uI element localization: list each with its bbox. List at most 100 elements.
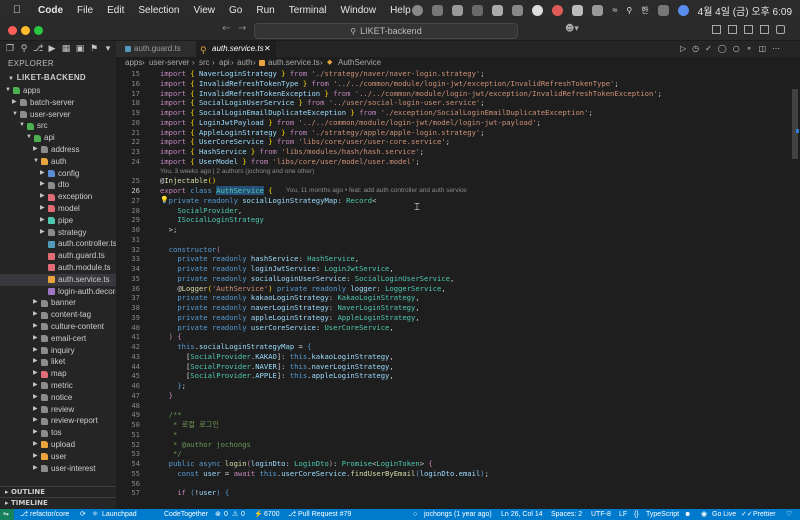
tree-item[interactable]: ▼ user-server [0, 109, 116, 121]
tab-auth-guard[interactable]: auth.guard.ts [116, 41, 196, 57]
tree-item[interactable]: ▶ map [0, 368, 116, 380]
tree-item[interactable]: ▶ user [0, 451, 116, 463]
pull-request-label[interactable]: Pull Request #79 [298, 509, 351, 520]
search-icon[interactable]: ⚲ [626, 6, 632, 15]
code-line[interactable]: public async login(loginDto: LoginDto): … [160, 459, 433, 468]
code-line[interactable]: [SocialProvider.NAVER]: this.naverLoginS… [160, 362, 394, 371]
indentation[interactable]: Spaces: 2 [551, 509, 582, 520]
explorer-icon[interactable]: ❐ [5, 44, 15, 54]
code-line[interactable]: import { NaverLoginStrategy } from './st… [160, 69, 485, 78]
compare-icon[interactable]: ⚬ [746, 44, 753, 53]
code-line[interactable]: @Logger('AuthService') private readonly … [160, 284, 445, 293]
cat-icon[interactable] [452, 4, 464, 16]
forward-arrow-icon[interactable]: → [238, 23, 246, 34]
code-line[interactable]: [SocialProvider.KAKAO]: this.kakaoLoginS… [160, 352, 394, 361]
breadcrumb-src[interactable]: src [199, 57, 210, 69]
terminal-icon[interactable] [472, 4, 484, 16]
code-line[interactable]: }; [160, 381, 186, 390]
editor-scrollbar[interactable] [790, 69, 800, 509]
minimize-window-button[interactable] [21, 26, 30, 35]
tree-item[interactable]: ▶ batch-server [0, 97, 116, 109]
code-line[interactable]: import { InvalidRefreshTokenType } from … [160, 79, 619, 88]
tree-item[interactable]: ▶ model [0, 203, 116, 215]
search-view-icon[interactable]: ⚲ [19, 44, 29, 54]
tree-item[interactable]: ▶ pipe [0, 215, 116, 227]
tree-item[interactable]: auth.guard.ts [0, 250, 116, 262]
wifi-icon[interactable]: ≈ [612, 5, 617, 15]
outline-section[interactable]: ▸ OUTLINE [0, 486, 116, 497]
scrollbar-thumb[interactable] [792, 89, 798, 159]
code-line[interactable]: private readonly socialLoginStrategyMap:… [160, 196, 377, 205]
testing-icon[interactable]: ⚑ [89, 44, 99, 54]
tree-item[interactable]: ▶ email-cert [0, 333, 116, 345]
code-line[interactable]: import { InvalidRefreshTokenException } … [160, 89, 662, 98]
tree-item[interactable]: ▶ notice [0, 392, 116, 404]
code-line[interactable]: } [160, 391, 173, 400]
project-root[interactable]: ▼ LIKET-BACKEND [0, 71, 116, 85]
code-line[interactable]: import { LoginJwtPayload } from '../../c… [160, 118, 541, 127]
close-tab-icon[interactable]: ✕ [264, 41, 271, 57]
code-line[interactable]: [SocialProvider.APPLE]: this.appleLoginS… [160, 371, 394, 380]
menu-window[interactable]: Window [341, 5, 377, 16]
breadcrumb-apps[interactable]: apps [125, 57, 142, 69]
breadcrumb-auth[interactable]: auth [237, 57, 253, 69]
menu-terminal[interactable]: Terminal [289, 5, 327, 16]
tab-auth-service[interactable]: ⚲ auth.service.ts ✕ [196, 41, 276, 57]
breadcrumb-user-server[interactable]: user-server [149, 57, 189, 69]
code-line[interactable]: private readonly socialLoginUserService:… [160, 274, 454, 283]
tree-item[interactable]: ▶ liket [0, 356, 116, 368]
code-line[interactable]: this.socialLoginStrategyMap = { [160, 342, 311, 351]
code-line[interactable]: * [160, 430, 177, 439]
tree-item[interactable]: ▼ src [0, 120, 116, 132]
tree-item[interactable]: ▼ apps [0, 85, 116, 97]
tree-item[interactable]: ▶ strategy [0, 227, 116, 239]
code-line[interactable]: private readonly naverLoginStrategy: Nav… [160, 303, 419, 312]
menu-app-icon[interactable] [512, 4, 524, 16]
timeline-section[interactable]: ▸ TIMELINE [0, 497, 116, 508]
code-line[interactable]: private readonly loginJwtService: LoginJ… [160, 264, 393, 273]
menu-selection[interactable]: Selection [138, 5, 179, 16]
cursor-position[interactable]: Ln 26, Col 14 [501, 509, 543, 520]
tree-item[interactable]: auth.service.ts [0, 273, 116, 286]
sync-icon[interactable] [532, 4, 544, 16]
tree-item[interactable]: ▼ api [0, 132, 116, 144]
tree-item[interactable]: ▶ content-tag [0, 309, 116, 321]
copilot-status-icon[interactable]: ☻ [684, 509, 691, 520]
code-line[interactable]: SocialProvider, [160, 206, 242, 215]
source-control-icon[interactable]: ⎇ [33, 44, 43, 54]
tree-item[interactable]: ▶ exception [0, 191, 116, 203]
tree-item[interactable]: ▶ upload [0, 439, 116, 451]
menu-help[interactable]: Help [390, 5, 411, 16]
code-line[interactable]: const user = await this.userCoreService.… [160, 469, 489, 478]
record-icon[interactable] [412, 4, 424, 16]
back-arrow-icon[interactable]: ← [222, 23, 230, 34]
notifications-icon[interactable]: ♡ [786, 509, 792, 520]
tree-item[interactable]: auth.module.ts [0, 262, 116, 274]
code-line[interactable]: constructor( [160, 245, 221, 254]
breadcrumb-api[interactable]: api [219, 57, 230, 69]
tree-item[interactable]: login-auth.decora... [0, 286, 116, 298]
code-line[interactable]: * 로컬 로그인 [160, 420, 219, 430]
code-line[interactable]: import { SocialLoginEmailDuplicateExcept… [160, 108, 593, 117]
toggle-sidebar-icon[interactable] [712, 25, 721, 34]
menu-edit[interactable]: Edit [107, 5, 124, 16]
control-center-icon[interactable] [657, 4, 669, 16]
run-debug-icon[interactable]: ▶ [47, 44, 57, 54]
run-icon[interactable]: ▷ [680, 44, 686, 53]
code-line[interactable]: export class AuthService { [160, 186, 273, 195]
dropbox-icon[interactable] [572, 4, 584, 16]
check-icon[interactable]: ✓ [705, 44, 712, 53]
image-icon[interactable] [492, 4, 504, 16]
code-line[interactable]: private readonly hashService: HashServic… [160, 254, 359, 263]
tree-item[interactable]: ▶ config [0, 168, 116, 180]
encoding[interactable]: UTF-8 [591, 509, 611, 520]
codetogether-label[interactable]: CodeTogether [164, 509, 208, 520]
end-of-line[interactable]: LF [619, 509, 627, 520]
siri-icon[interactable] [677, 4, 689, 16]
code-line[interactable]: * @author jochongs [160, 440, 251, 449]
remote-icon[interactable]: ▣ [75, 44, 85, 54]
menu-app-name[interactable]: Code [38, 5, 63, 16]
code-line[interactable]: private readonly kakaoLoginStrategy: Kak… [160, 293, 419, 302]
toggle-panel-icon[interactable] [728, 25, 737, 34]
warnings-count[interactable]: 0 [241, 509, 245, 520]
